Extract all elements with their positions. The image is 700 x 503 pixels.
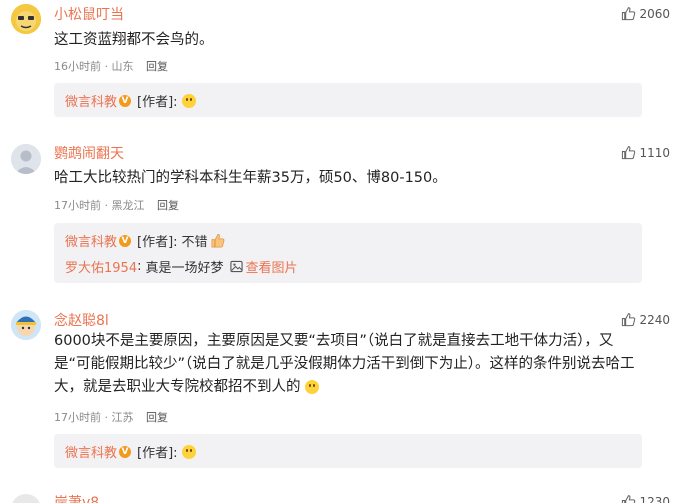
v-badge-icon: V: [119, 445, 132, 458]
sub-reply-text: 不错: [181, 235, 208, 250]
like-button[interactable]: 2240: [621, 312, 670, 327]
comment-location: 江苏: [111, 411, 134, 424]
comment-time: 17小时前: [54, 199, 101, 212]
sub-reply-author[interactable]: 微言科教: [65, 442, 117, 461]
comment-username[interactable]: 岸萧v8: [54, 492, 99, 503]
comment-item: 念赵聪8l 2240 6000块不是主要原因，主要原因是又要“去项目”（说白了就…: [0, 306, 700, 486]
comment-location: 黑龙江: [111, 199, 145, 212]
like-count: 2240: [639, 312, 670, 327]
sub-reply-box: 微言科教 V [作者]:: [54, 83, 642, 117]
view-image-link[interactable]: 查看图片: [246, 257, 298, 276]
comment-item: 鹦鹉闹翻天 1110 哈工大比较热门的学科本科生年薪35万，硕50、博80-15…: [0, 140, 700, 290]
comment-time: 16小时前: [54, 60, 101, 73]
avatar-character-icon: [11, 310, 41, 340]
comment-text: 6000块不是主要原因，主要原因是又要“去项目”（说白了就是直接去工地干体力活）…: [54, 330, 644, 399]
comment-username[interactable]: 念赵聪8l: [54, 310, 109, 330]
sub-reply[interactable]: 罗大佑1954 : 真是一场好梦 查看图片: [65, 257, 298, 276]
like-button[interactable]: 1110: [621, 145, 670, 160]
like-count: 1110: [639, 145, 670, 160]
like-count: 2060: [639, 6, 670, 21]
laugh-emoji-icon: [181, 93, 196, 108]
reply-button[interactable]: 回复: [146, 60, 168, 73]
comment-text-body: 6000块不是主要原因，主要原因是又要“去项目”（说白了就是直接去工地干体力活）…: [54, 333, 635, 395]
reply-button[interactable]: 回复: [146, 411, 168, 424]
thumbs-up-icon: [622, 146, 636, 160]
avatar[interactable]: [11, 144, 41, 174]
sub-reply[interactable]: 微言科教 V [作者]: 不错: [65, 231, 225, 250]
laugh-emoji-icon: [181, 444, 196, 459]
author-tag: [作者]:: [137, 446, 178, 461]
sub-reply-text: 真是一场好梦: [145, 261, 224, 276]
default-avatar-icon: [11, 144, 41, 174]
v-badge-icon: V: [119, 94, 132, 107]
avatar-face-icon: [11, 4, 41, 34]
sub-reply[interactable]: 微言科教 V [作者]:: [65, 442, 196, 461]
sub-reply-author[interactable]: 微言科教: [65, 231, 117, 250]
comment-text: 哈工大比较热门的学科本科生年薪35万，硕50、博80-150。: [54, 170, 447, 186]
avatar[interactable]: [11, 494, 41, 503]
sub-reply-box: 微言科教 V [作者]: 不错 罗大佑1954 : 真是一场好梦 查看图片: [54, 223, 642, 283]
comment-text: 这工资蓝翔都不会鸟的。: [54, 32, 214, 48]
comment-meta: 17小时前 · 黑龙江 回复: [54, 199, 179, 212]
like-count: 1230: [639, 494, 670, 503]
like-button[interactable]: 2060: [621, 6, 670, 21]
comment-item: 岸萧v8 1230: [0, 490, 700, 503]
sub-reply[interactable]: 微言科教 V [作者]:: [65, 91, 196, 110]
sub-reply-box: 微言科教 V [作者]:: [54, 434, 642, 468]
thumbs-up-icon: [622, 313, 636, 327]
comment-location: 山东: [111, 60, 134, 73]
comment-item: 小松鼠叮当 2060 这工资蓝翔都不会鸟的。 16小时前 · 山东 回复 微言科…: [0, 0, 700, 125]
thumbs-up-icon: [622, 495, 636, 503]
avatar[interactable]: [11, 310, 41, 340]
comment-meta: 17小时前 · 江苏 回复: [54, 411, 168, 424]
comment-username[interactable]: 鹦鹉闹翻天: [54, 143, 124, 163]
sub-reply-author[interactable]: 罗大佑1954: [65, 257, 137, 276]
author-tag: [作者]:: [137, 95, 178, 110]
laugh-emoji-icon: [304, 380, 319, 394]
reply-button[interactable]: 回复: [157, 199, 179, 212]
thumbs-up-icon: [622, 7, 636, 21]
like-button[interactable]: 1230: [621, 494, 670, 503]
comment-meta: 16小时前 · 山东 回复: [54, 60, 168, 73]
v-badge-icon: V: [119, 234, 132, 247]
avatar[interactable]: [11, 4, 41, 34]
author-tag: [作者]:: [137, 235, 178, 250]
sub-reply-colon: :: [137, 259, 142, 274]
image-icon: [229, 260, 243, 273]
comment-time: 17小时前: [54, 411, 101, 424]
comment-username[interactable]: 小松鼠叮当: [54, 4, 124, 24]
thumbs-up-emoji-icon: [211, 234, 224, 248]
sub-reply-author[interactable]: 微言科教: [65, 91, 117, 110]
